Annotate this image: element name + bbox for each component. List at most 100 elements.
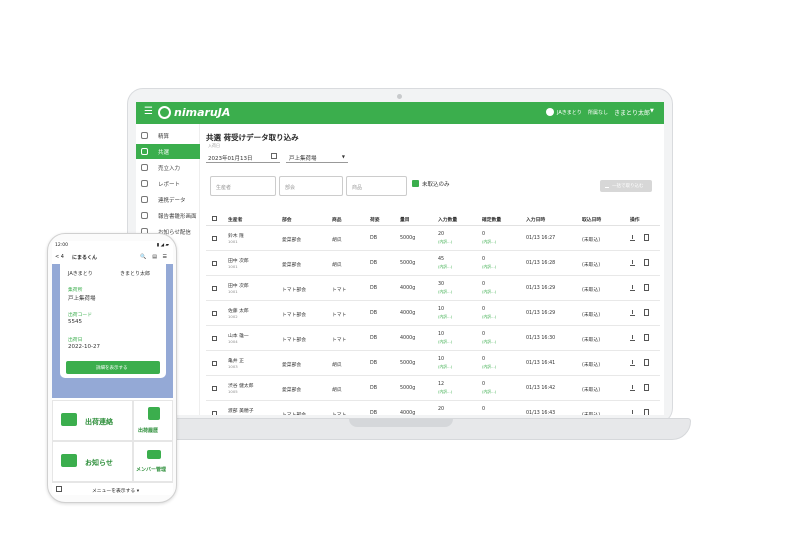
- product-cell: 胡瓜: [332, 238, 342, 243]
- confirmed-qty-breakdown-link[interactable]: (内訳...): [482, 389, 496, 395]
- confirmed-qty: 0: [482, 382, 486, 387]
- row-checkbox[interactable]: [212, 336, 217, 341]
- sidebar-item-seisan[interactable]: 精算: [136, 128, 200, 143]
- back-button[interactable]: < 4: [55, 254, 64, 260]
- input-qty: 20: [438, 407, 445, 412]
- sidebar-item-template[interactable]: 報告書雛形画面: [136, 208, 200, 223]
- col-input-time: 入力日時: [526, 218, 546, 223]
- import-status-cell: (未取込): [582, 338, 601, 343]
- producer-name: 佐藤 太郎: [228, 309, 249, 314]
- unfinished-only-label: 未取込のみ: [422, 182, 450, 188]
- chat-icon: [61, 413, 77, 426]
- input-qty-breakdown-link[interactable]: (内訳...): [438, 314, 452, 320]
- document-icon[interactable]: [644, 259, 649, 266]
- input-qty-breakdown-link[interactable]: (内訳...): [438, 289, 452, 295]
- show-detail-button[interactable]: 詳細を表示する: [66, 361, 160, 374]
- confirmed-qty-breakdown-link[interactable]: (内訳...): [482, 339, 496, 345]
- row-checkbox[interactable]: [212, 411, 217, 415]
- user-avatar-icon: [546, 108, 554, 116]
- producer-name: 亀井 正: [228, 359, 244, 364]
- download-icon[interactable]: [630, 310, 635, 316]
- menu-toggle-bar[interactable]: メニューを表示する ▾: [52, 482, 173, 495]
- input-time-cell: 01/13 16:29: [526, 311, 556, 316]
- confirmed-qty-breakdown-link[interactable]: (内訳...): [482, 264, 496, 270]
- menu-shipment-history[interactable]: 出荷履歴: [133, 400, 173, 441]
- hamburger-menu-icon[interactable]: ☰: [144, 106, 153, 117]
- col-import-time: 取込日時: [582, 218, 602, 223]
- input-qty-breakdown-link[interactable]: (内訳...): [438, 364, 452, 370]
- dept-name: 所属なし: [588, 110, 609, 116]
- sidebar-item-uritate[interactable]: 売立入力: [136, 160, 200, 175]
- product-cell: 胡瓜: [332, 363, 342, 368]
- input-time-cell: 01/13 16:27: [526, 236, 556, 241]
- input-qty: 30: [438, 282, 445, 287]
- row-checkbox[interactable]: [212, 236, 217, 241]
- confirmed-qty-breakdown-link[interactable]: (内訳...): [482, 314, 496, 320]
- section-cell: トマト部会: [282, 411, 306, 415]
- document-icon[interactable]: [644, 334, 649, 341]
- confirmed-qty-breakdown-link[interactable]: (内訳...): [482, 239, 496, 245]
- chat-header: < 4 にまるくん 🔍 ▤ ☰: [52, 250, 173, 264]
- sidebar-item-report[interactable]: レポート: [136, 176, 200, 191]
- producer-filter[interactable]: 生産者: [210, 176, 276, 196]
- row-checkbox[interactable]: [212, 311, 217, 316]
- input-qty: 12: [438, 382, 445, 387]
- row-checkbox[interactable]: [212, 361, 217, 366]
- date-picker[interactable]: 2023年01月13日: [206, 149, 280, 163]
- menu-member-management[interactable]: メンバー管理: [133, 441, 173, 482]
- import-status-cell: (未取込): [582, 313, 601, 318]
- document-icon[interactable]: [644, 284, 649, 291]
- document-icon[interactable]: [644, 409, 649, 415]
- download-icon[interactable]: [630, 410, 635, 415]
- confirmed-qty-breakdown-link[interactable]: (内訳...): [482, 289, 496, 295]
- user-menu-caret-icon[interactable]: ▼: [650, 108, 654, 114]
- history-icon: [148, 407, 160, 420]
- unfinished-only-checkbox[interactable]: [412, 180, 419, 187]
- keyboard-icon[interactable]: [56, 486, 62, 492]
- producer-code: 1005: [228, 389, 238, 394]
- input-qty-breakdown-link[interactable]: (内訳...): [438, 339, 452, 345]
- yen-icon: [141, 164, 148, 171]
- document-icon[interactable]: [644, 359, 649, 366]
- document-icon[interactable]: [644, 234, 649, 241]
- product-cell: 胡瓜: [332, 388, 342, 393]
- section-cell: トマト部会: [282, 313, 306, 318]
- confirmed-qty-breakdown-link[interactable]: (内訳...): [482, 364, 496, 370]
- sidebar-item-renkei[interactable]: 連携データ: [136, 192, 200, 207]
- field-label: 集荷所: [68, 288, 83, 293]
- row-checkbox[interactable]: [212, 261, 217, 266]
- download-icon[interactable]: [630, 285, 635, 291]
- col-input-qty: 入力数量: [438, 218, 458, 223]
- input-qty-breakdown-link[interactable]: (内訳...): [438, 264, 452, 270]
- menu-notice[interactable]: お知らせ: [52, 441, 133, 482]
- col-pack: 荷姿: [370, 218, 380, 223]
- status-time: 12:00: [55, 243, 68, 248]
- bulk-import-button[interactable]: 一括で取り込む: [600, 180, 652, 192]
- logo-mark-icon: [158, 106, 171, 119]
- input-qty: 10: [438, 357, 445, 362]
- select-all-checkbox[interactable]: [212, 216, 217, 221]
- pack-cell: DB: [370, 261, 377, 266]
- row-checkbox[interactable]: [212, 386, 217, 391]
- download-icon[interactable]: [630, 335, 635, 341]
- location-select[interactable]: 戸上集荷場 ▼: [286, 149, 348, 163]
- download-icon[interactable]: [630, 260, 635, 266]
- download-icon[interactable]: [630, 385, 635, 391]
- document-icon[interactable]: [644, 384, 649, 391]
- input-qty-breakdown-link[interactable]: (内訳...): [438, 389, 452, 395]
- download-icon[interactable]: [630, 360, 635, 366]
- document-icon[interactable]: [644, 309, 649, 316]
- sidebar-item-kyosen[interactable]: 共選: [136, 144, 200, 159]
- user-name[interactable]: きまとり太郎: [614, 108, 650, 117]
- product-filter[interactable]: 商品: [346, 176, 407, 196]
- status-bar: 12:00 ▮ ◢ ▰: [52, 241, 173, 250]
- row-checkbox[interactable]: [212, 286, 217, 291]
- col-section: 部会: [282, 218, 292, 223]
- download-icon[interactable]: [630, 235, 635, 241]
- calendar-icon[interactable]: [271, 153, 277, 159]
- menu-shipment-contact[interactable]: 出荷連絡: [52, 400, 133, 441]
- section-filter[interactable]: 部会: [279, 176, 343, 196]
- input-qty-breakdown-link[interactable]: (内訳...): [438, 239, 452, 245]
- section-cell: 愛菜部会: [282, 263, 302, 268]
- header-icons[interactable]: 🔍 ▤ ☰: [140, 254, 169, 260]
